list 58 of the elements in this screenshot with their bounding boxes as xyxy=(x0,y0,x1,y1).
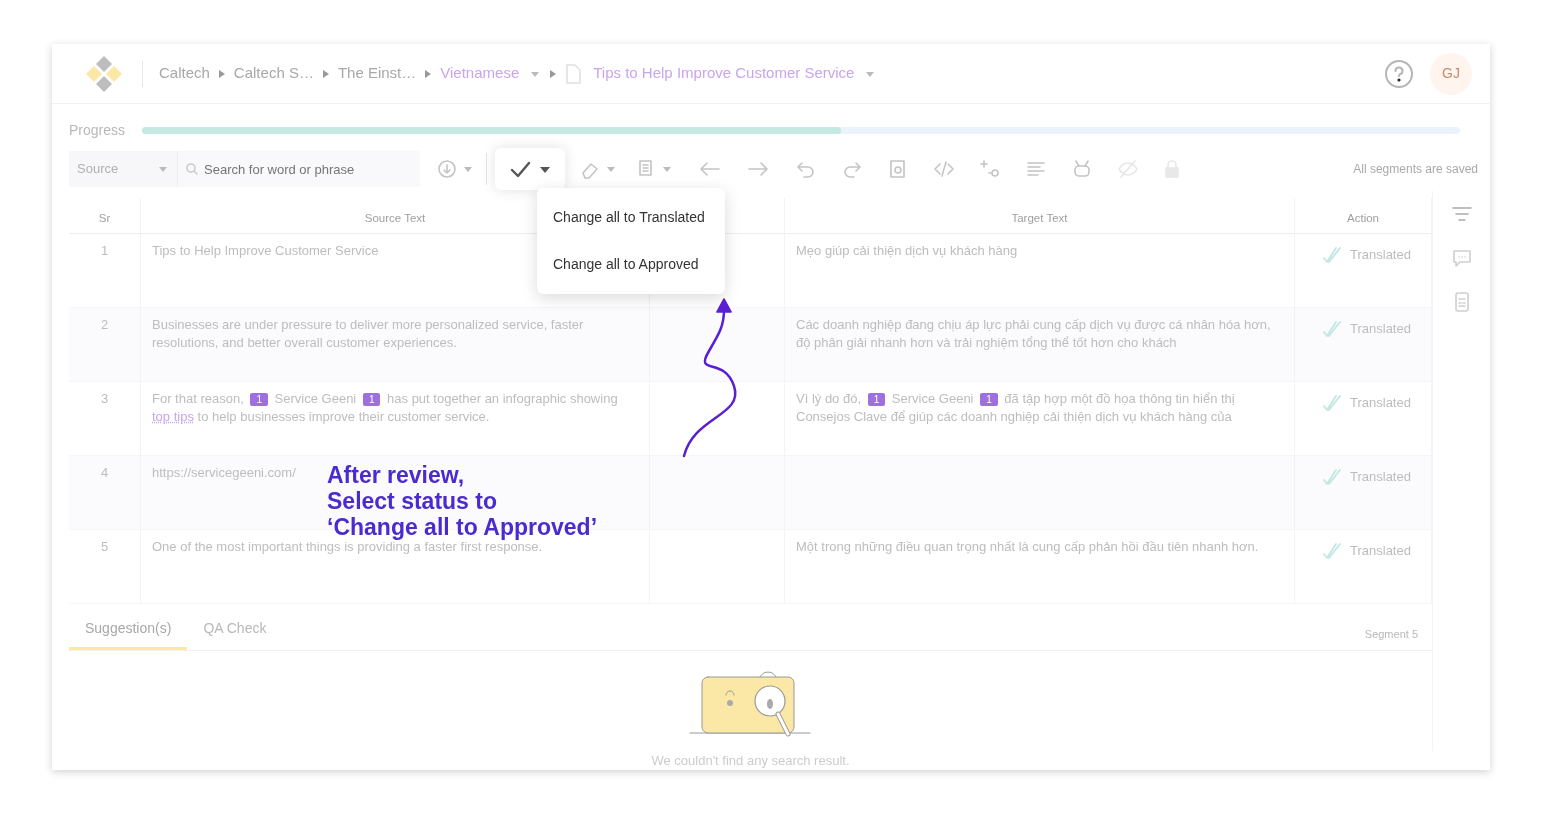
code-icon[interactable] xyxy=(933,158,955,180)
hidden-eye-icon[interactable] xyxy=(1117,158,1139,180)
breadcrumb-link[interactable]: Caltech S… xyxy=(233,62,314,85)
search-field[interactable]: Search for word or phrase xyxy=(177,151,420,187)
row-number: 2 xyxy=(100,317,109,333)
status-label: Translated xyxy=(1350,394,1411,413)
menu-item[interactable]: Change all to Approved xyxy=(537,241,725,288)
chevron-icon xyxy=(549,68,558,79)
target-text: Một trong những điều quan trọng nhất là cung cấp phản hồi đầu tiên nhanh hơn. xyxy=(796,538,1259,557)
column-header: Sr xyxy=(98,212,111,224)
breadcrumb-link[interactable]: Vietnamese xyxy=(440,62,520,85)
annotation-text: After review, Select status to ‘Change all to Approved’ xyxy=(327,462,598,540)
status-label: Translated xyxy=(1350,246,1411,265)
special-characters-icon[interactable] xyxy=(979,158,1001,180)
chevron-icon xyxy=(217,68,226,79)
progress-label: Progress xyxy=(69,121,127,140)
double-check-icon xyxy=(1322,246,1342,265)
double-check-icon xyxy=(1322,394,1342,413)
source-text: Tips to Help Improve Customer Service xyxy=(152,242,379,261)
breadcrumb-link[interactable]: Tips to Help Improve Customer Service xyxy=(593,62,855,85)
document-icon xyxy=(565,63,582,84)
menu-item[interactable]: Change all to Translated xyxy=(537,194,725,241)
target-text: Mẹo giúp cải thiện dịch vụ khách hàng xyxy=(796,242,1018,261)
source-select[interactable]: Source xyxy=(69,151,177,187)
target-text: Vì lý do đó, 1 Service Geeni 1 đã tập hợp một đồ họa thông tin hiển thị Consejos Clave để giúp các doanh nghiệp cải thiện dịch vụ khách hàng của xyxy=(796,390,1236,427)
source-text: One of the most important things is providing a faster first response. xyxy=(152,539,543,557)
row-number: 4 xyxy=(100,465,109,481)
panel-tab[interactable]: Suggestion(s) xyxy=(69,612,188,651)
chevron-icon xyxy=(424,68,433,79)
chat-icon[interactable] xyxy=(1451,247,1473,269)
status-label: Translated xyxy=(1350,320,1411,339)
row-number: 3 xyxy=(100,391,109,407)
download-icon[interactable] xyxy=(436,158,458,180)
chevron-icon xyxy=(321,68,330,79)
double-check-icon xyxy=(1322,542,1342,561)
column-header: Action xyxy=(1347,212,1379,224)
search-icon xyxy=(186,163,198,175)
source-text: For that reason, 1 Service Geeni 1 has put together an infographic showing top tips to help businesses improve their customer service. xyxy=(152,390,619,427)
avatar[interactable]: GJ xyxy=(1430,52,1472,95)
save-status: All segments are saved xyxy=(1353,161,1478,178)
breadcrumb-link[interactable]: Caltech xyxy=(159,62,210,85)
column-header: Source Text xyxy=(364,212,426,224)
row-number: 5 xyxy=(100,539,109,555)
breadcrumb-link[interactable]: The Einst… xyxy=(337,62,417,85)
status-dropdown-button[interactable] xyxy=(495,148,565,190)
double-check-icon xyxy=(1322,468,1342,487)
column-header: Target Text xyxy=(1011,212,1068,224)
status-label: Translated xyxy=(1350,542,1411,561)
row-number: 1 xyxy=(100,243,109,259)
source-text: Businesses are under pressure to deliver more personalized service, faster resolutions, and better overall customer experiences. xyxy=(152,316,585,353)
source-text: https://servicegeeni.com/ xyxy=(152,464,296,483)
double-check-icon xyxy=(1322,320,1342,339)
panel-tab[interactable]: QA Check xyxy=(187,612,283,651)
segment-label: Segment 5 xyxy=(1364,626,1418,642)
status-label: Translated xyxy=(1350,468,1411,487)
target-text: Các doanh nghiệp đang chịu áp lực phải cung cấp dịch vụ được cá nhân hóa hơn, độ phân giải nhanh hơn và trải nghiệm tổng thể tốt hơn cho khách xyxy=(796,316,1272,353)
help-icon[interactable] xyxy=(1384,58,1414,89)
robot-icon[interactable] xyxy=(1071,158,1093,180)
